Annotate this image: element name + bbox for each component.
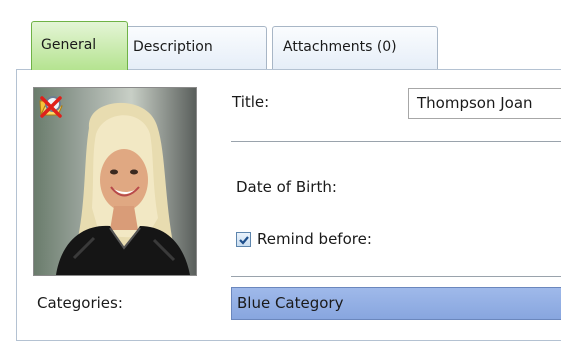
contact-photo: [33, 87, 197, 276]
photo-toolbar: [38, 94, 128, 122]
categories-label: Categories:: [37, 294, 123, 312]
checkmark-icon: [239, 236, 249, 245]
remind-before-label: Remind before:: [257, 230, 372, 248]
tab-description-label: Description: [133, 39, 213, 55]
tab-attachments-label: Attachments (0): [283, 39, 397, 55]
categories-value: Blue Category: [237, 294, 344, 312]
tab-description[interactable]: Description: [125, 26, 267, 69]
date-of-birth-label: Date of Birth:: [236, 178, 337, 196]
zoom-icon[interactable]: [39, 95, 96, 121]
title-label: Title:: [232, 93, 270, 111]
tab-general[interactable]: General: [31, 21, 128, 70]
remind-before-checkbox[interactable]: [236, 232, 251, 247]
separator-1: [231, 141, 561, 142]
tab-general-label: General: [41, 37, 97, 53]
delete-icon[interactable]: [40, 95, 128, 121]
title-field[interactable]: Thompson Joan: [408, 88, 561, 119]
categories-field[interactable]: Blue Category: [231, 287, 561, 320]
title-value: Thompson Joan: [417, 94, 533, 112]
separator-2: [231, 276, 561, 277]
tab-attachments[interactable]: Attachments (0): [272, 26, 438, 69]
